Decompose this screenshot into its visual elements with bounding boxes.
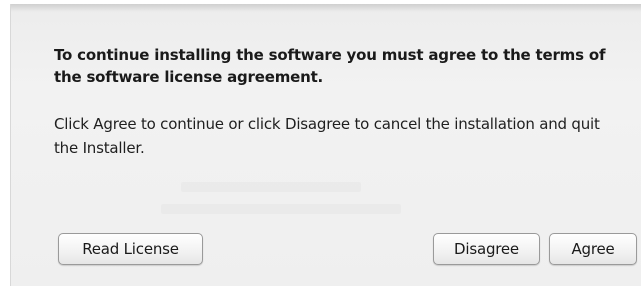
agree-button[interactable]: Agree (549, 233, 637, 265)
license-agreement-sheet: To continue installing the software you … (10, 4, 641, 286)
dialog-message: To continue installing the software you … (54, 46, 606, 86)
read-license-button[interactable]: Read License (58, 233, 203, 265)
dialog-informative-text: Click Agree to continue or click Disagre… (54, 115, 600, 157)
background-license-text-ghost (161, 204, 401, 214)
background-license-text-ghost (181, 182, 361, 192)
disagree-button[interactable]: Disagree (433, 233, 540, 265)
